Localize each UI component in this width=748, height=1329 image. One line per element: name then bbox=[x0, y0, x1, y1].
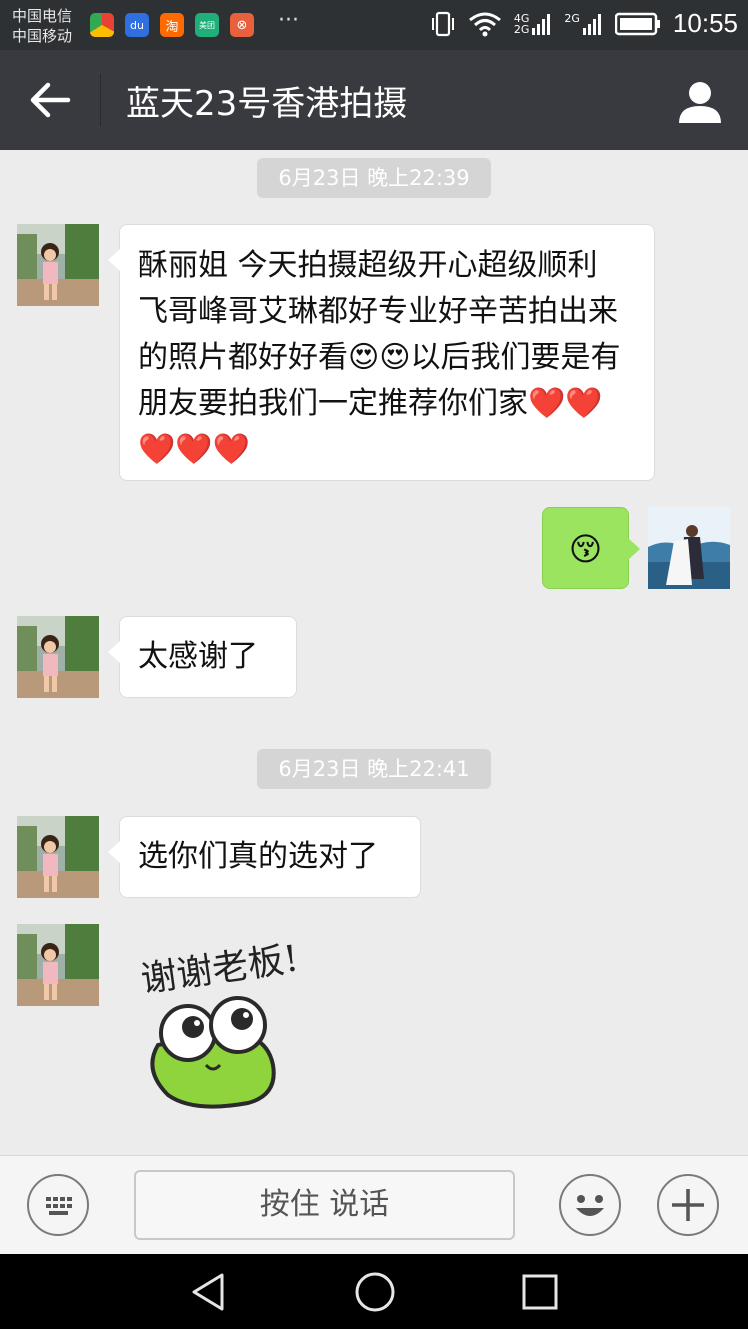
carrier-info: 中国电信 中国移动 bbox=[12, 6, 72, 46]
received-message-bubble[interactable]: 酥丽姐 今天拍摄超级开心超级顺利 飞哥峰哥艾琳都好专业好辛苦拍出来的照片都好好看… bbox=[108, 224, 655, 481]
battery-icon bbox=[614, 12, 660, 35]
network-type: 4G 2G bbox=[514, 12, 553, 36]
avatar[interactable] bbox=[17, 224, 99, 306]
network-2: 2G bbox=[564, 12, 603, 36]
system-navigation-bar bbox=[0, 1254, 748, 1329]
avatar[interactable] bbox=[17, 616, 99, 698]
notification-icons: du 淘 美团 ⊗ bbox=[90, 13, 254, 37]
keyboard-icon bbox=[46, 1197, 72, 1215]
sticker-message[interactable]: 谢谢老板! bbox=[130, 930, 370, 1120]
carrier-1: 中国电信 bbox=[12, 7, 73, 25]
carrier-2: 中国移动 bbox=[12, 27, 73, 45]
received-message-bubble[interactable]: 选你们真的选对了 bbox=[108, 816, 421, 898]
more-notifications-icon: ··· bbox=[278, 8, 299, 33]
my-avatar[interactable] bbox=[648, 507, 730, 589]
nav-home-icon[interactable] bbox=[354, 1271, 396, 1313]
arrow-left-icon[interactable] bbox=[28, 80, 72, 120]
system-indicators: 4G 2G 2G 10:55 bbox=[430, 8, 738, 39]
baidu-app-icon: du bbox=[125, 13, 149, 37]
network-2g-2-label: 2G bbox=[564, 11, 580, 25]
message-list[interactable]: 6月23日 晚上22:39 酥丽姐 今天拍摄超级开心超级顺利 飞哥峰哥艾琳都好专… bbox=[0, 150, 748, 1155]
settings-app-icon: ⊗ bbox=[230, 13, 254, 37]
header-divider bbox=[100, 74, 101, 126]
signal-icon bbox=[532, 13, 551, 35]
received-message-bubble[interactable]: 太感谢了 bbox=[108, 616, 297, 698]
nav-recents-icon[interactable] bbox=[522, 1274, 558, 1310]
input-bar: 按住 说话 bbox=[0, 1155, 748, 1255]
nav-back-icon[interactable] bbox=[190, 1272, 228, 1312]
status-bar: 中国电信 中国移动 du 淘 美团 ⊗ ··· 4G 2G 2G 10:55 bbox=[0, 0, 748, 50]
signal-2-icon bbox=[582, 13, 601, 35]
avatar[interactable] bbox=[17, 924, 99, 1006]
chat-title: 蓝天23号香港拍摄 bbox=[126, 84, 408, 124]
person-icon[interactable] bbox=[678, 80, 722, 124]
keyboard-button[interactable] bbox=[27, 1174, 89, 1236]
network-2g-label: 2G bbox=[513, 22, 530, 36]
hold-to-talk-button[interactable]: 按住 说话 bbox=[134, 1170, 515, 1240]
message-text: 酥丽姐 今天拍摄超级开心超级顺利 飞哥峰哥艾琳都好专业好辛苦拍出来的照片都好好看… bbox=[138, 248, 621, 467]
message-text: 选你们真的选对了 bbox=[138, 839, 378, 874]
emoji-button[interactable] bbox=[559, 1174, 621, 1236]
timestamp: 6月23日 晚上22:39 bbox=[257, 158, 491, 198]
more-functions-button[interactable] bbox=[657, 1174, 719, 1236]
message-emoji: 😚 bbox=[568, 530, 603, 568]
sent-message-bubble[interactable]: 😚 bbox=[542, 507, 640, 589]
chat-header: 蓝天23号香港拍摄 bbox=[0, 50, 748, 150]
message-text: 太感谢了 bbox=[138, 639, 258, 674]
timestamp: 6月23日 晚上22:41 bbox=[257, 749, 491, 789]
smiley-icon bbox=[576, 1195, 604, 1216]
chrome-app-icon bbox=[90, 13, 114, 37]
meituan-app-icon: 美团 bbox=[195, 13, 219, 37]
plus-icon bbox=[672, 1189, 704, 1221]
frog-sticker-icon bbox=[150, 996, 276, 1109]
wifi-icon bbox=[468, 12, 501, 36]
avatar[interactable] bbox=[17, 816, 99, 898]
taobao-app-icon: 淘 bbox=[160, 13, 184, 37]
network-4g-label: 4G bbox=[513, 11, 530, 25]
clock: 10:55 bbox=[672, 8, 738, 38]
vibrate-icon bbox=[431, 11, 454, 36]
